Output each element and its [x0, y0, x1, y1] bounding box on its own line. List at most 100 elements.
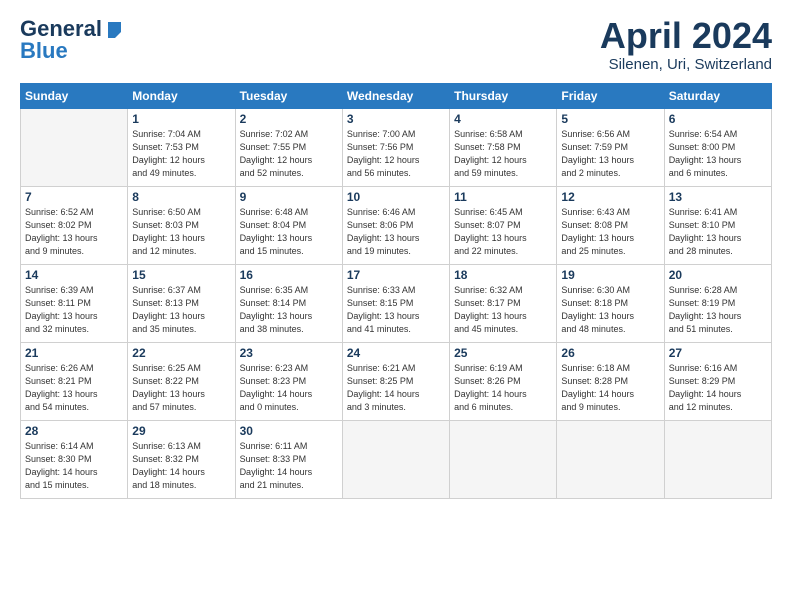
header-thursday: Thursday — [450, 83, 557, 108]
calendar-cell: 21Sunrise: 6:26 AM Sunset: 8:21 PM Dayli… — [21, 342, 128, 420]
day-detail: Sunrise: 6:33 AM Sunset: 8:15 PM Dayligh… — [347, 284, 445, 336]
day-detail: Sunrise: 6:13 AM Sunset: 8:32 PM Dayligh… — [132, 440, 230, 492]
day-number: 11 — [454, 190, 552, 204]
day-number: 2 — [240, 112, 338, 126]
day-number: 16 — [240, 268, 338, 282]
calendar-cell: 14 Sunrise: 6:39 AM Sunset: 8:11 PM Dayli… — [21, 264, 128, 342]
day-number: 7 — [25, 190, 123, 204]
title-block: April 2024 Silenen, Uri, Switzerland — [600, 16, 772, 73]
header-monday: Monday — [128, 83, 235, 108]
calendar-cell: 26 Sunrise: 6:18 AM Sunset: 8:28 PM Dayli… — [557, 342, 664, 420]
calendar-cell: 12Sunrise: 6:43 AM Sunset: 8:08 PM Dayli… — [557, 186, 664, 264]
day-number: 17 — [347, 268, 445, 282]
calendar-cell: 28 Sunrise: 6:14 AM Sunset: 8:30 PM Dayli… — [21, 420, 128, 498]
month-title: April 2024 — [600, 16, 772, 56]
header: General Blue April 2024 Silenen, Uri, Sw… — [20, 16, 772, 73]
day-number: 29 — [132, 424, 230, 438]
calendar-cell: 11 Sunrise: 6:45 AM Sunset: 8:07 PM Dayli… — [450, 186, 557, 264]
calendar-cell: 16 Sunrise: 6:35 AM Sunset: 8:14 PM Dayli… — [235, 264, 342, 342]
day-number: 8 — [132, 190, 230, 204]
day-detail: Sunrise: 6:35 AM Sunset: 8:14 PM Dayligh… — [240, 284, 338, 336]
day-number: 9 — [240, 190, 338, 204]
calendar-cell: 15 Sunrise: 6:37 AM Sunset: 8:13 PM Dayli… — [128, 264, 235, 342]
day-number: 15 — [132, 268, 230, 282]
calendar-cell — [342, 420, 449, 498]
calendar-cell: 5Sunrise: 6:56 AM Sunset: 7:59 PM Daylig… — [557, 108, 664, 186]
calendar-cell: 9 Sunrise: 6:48 AM Sunset: 8:04 PM Daylig… — [235, 186, 342, 264]
header-friday: Friday — [557, 83, 664, 108]
calendar-cell: 3Sunrise: 7:00 AM Sunset: 7:56 PM Daylig… — [342, 108, 449, 186]
day-number: 30 — [240, 424, 338, 438]
calendar-cell — [21, 108, 128, 186]
day-detail: Sunrise: 6:16 AM Sunset: 8:29 PM Dayligh… — [669, 362, 767, 414]
day-detail: Sunrise: 6:58 AM Sunset: 7:58 PM Dayligh… — [454, 128, 552, 180]
header-sunday: Sunday — [21, 83, 128, 108]
day-detail: Sunrise: 6:37 AM Sunset: 8:13 PM Dayligh… — [132, 284, 230, 336]
calendar-cell: 8 Sunrise: 6:50 AM Sunset: 8:03 PM Daylig… — [128, 186, 235, 264]
calendar-cell — [664, 420, 771, 498]
day-detail: Sunrise: 6:54 AM Sunset: 8:00 PM Dayligh… — [669, 128, 767, 180]
day-detail: Sunrise: 6:21 AM Sunset: 8:25 PM Dayligh… — [347, 362, 445, 414]
day-detail: Sunrise: 6:46 AM Sunset: 8:06 PM Dayligh… — [347, 206, 445, 258]
day-detail: Sunrise: 6:39 AM Sunset: 8:11 PM Dayligh… — [25, 284, 123, 336]
day-detail: Sunrise: 6:41 AM Sunset: 8:10 PM Dayligh… — [669, 206, 767, 258]
day-detail: Sunrise: 6:25 AM Sunset: 8:22 PM Dayligh… — [132, 362, 230, 414]
header-saturday: Saturday — [664, 83, 771, 108]
calendar-cell — [450, 420, 557, 498]
page-container: General Blue April 2024 Silenen, Uri, Sw… — [0, 0, 792, 509]
day-detail: Sunrise: 6:50 AM Sunset: 8:03 PM Dayligh… — [132, 206, 230, 258]
day-number: 25 — [454, 346, 552, 360]
header-wednesday: Wednesday — [342, 83, 449, 108]
day-number: 13 — [669, 190, 767, 204]
day-number: 26 — [561, 346, 659, 360]
calendar-cell: 6 Sunrise: 6:54 AM Sunset: 8:00 PM Daylig… — [664, 108, 771, 186]
day-detail: Sunrise: 6:56 AM Sunset: 7:59 PM Dayligh… — [561, 128, 659, 180]
day-number: 14 — [25, 268, 123, 282]
location: Silenen, Uri, Switzerland — [600, 56, 772, 73]
day-number: 22 — [132, 346, 230, 360]
calendar-cell: 1Sunrise: 7:04 AM Sunset: 7:53 PM Daylig… — [128, 108, 235, 186]
calendar-week-row-5: 28 Sunrise: 6:14 AM Sunset: 8:30 PM Dayli… — [21, 420, 772, 498]
weekday-header-row: Sunday Monday Tuesday Wednesday Thursday… — [21, 83, 772, 108]
calendar-week-row-1: 1Sunrise: 7:04 AM Sunset: 7:53 PM Daylig… — [21, 108, 772, 186]
day-detail: Sunrise: 6:28 AM Sunset: 8:19 PM Dayligh… — [669, 284, 767, 336]
calendar-cell: 27 Sunrise: 6:16 AM Sunset: 8:29 PM Dayli… — [664, 342, 771, 420]
day-detail: Sunrise: 7:02 AM Sunset: 7:55 PM Dayligh… — [240, 128, 338, 180]
day-detail: Sunrise: 6:45 AM Sunset: 8:07 PM Dayligh… — [454, 206, 552, 258]
day-number: 6 — [669, 112, 767, 126]
day-number: 20 — [669, 268, 767, 282]
day-number: 21 — [25, 346, 123, 360]
calendar-week-row-4: 21Sunrise: 6:26 AM Sunset: 8:21 PM Dayli… — [21, 342, 772, 420]
day-number: 19 — [561, 268, 659, 282]
day-number: 10 — [347, 190, 445, 204]
day-number: 12 — [561, 190, 659, 204]
calendar-table: Sunday Monday Tuesday Wednesday Thursday… — [20, 83, 772, 499]
calendar-cell: 17 Sunrise: 6:33 AM Sunset: 8:15 PM Dayli… — [342, 264, 449, 342]
day-number: 18 — [454, 268, 552, 282]
calendar-cell: 19 Sunrise: 6:30 AM Sunset: 8:18 PM Dayli… — [557, 264, 664, 342]
calendar-cell: 23 Sunrise: 6:23 AM Sunset: 8:23 PM Dayli… — [235, 342, 342, 420]
calendar-week-row-2: 7 Sunrise: 6:52 AM Sunset: 8:02 PM Daylig… — [21, 186, 772, 264]
day-detail: Sunrise: 6:30 AM Sunset: 8:18 PM Dayligh… — [561, 284, 659, 336]
day-number: 27 — [669, 346, 767, 360]
day-detail: Sunrise: 6:52 AM Sunset: 8:02 PM Dayligh… — [25, 206, 123, 258]
day-detail: Sunrise: 6:23 AM Sunset: 8:23 PM Dayligh… — [240, 362, 338, 414]
logo-blue: Blue — [20, 38, 68, 64]
calendar-cell: 20 Sunrise: 6:28 AM Sunset: 8:19 PM Dayli… — [664, 264, 771, 342]
day-detail: Sunrise: 7:04 AM Sunset: 7:53 PM Dayligh… — [132, 128, 230, 180]
day-number: 24 — [347, 346, 445, 360]
calendar-cell: 30Sunrise: 6:11 AM Sunset: 8:33 PM Dayli… — [235, 420, 342, 498]
calendar-cell: 18Sunrise: 6:32 AM Sunset: 8:17 PM Dayli… — [450, 264, 557, 342]
calendar-cell: 24 Sunrise: 6:21 AM Sunset: 8:25 PM Dayli… — [342, 342, 449, 420]
calendar-cell: 7 Sunrise: 6:52 AM Sunset: 8:02 PM Daylig… — [21, 186, 128, 264]
day-detail: Sunrise: 6:48 AM Sunset: 8:04 PM Dayligh… — [240, 206, 338, 258]
calendar-cell: 22 Sunrise: 6:25 AM Sunset: 8:22 PM Dayli… — [128, 342, 235, 420]
day-detail: Sunrise: 6:14 AM Sunset: 8:30 PM Dayligh… — [25, 440, 123, 492]
logo-bird-icon — [103, 20, 121, 38]
day-number: 28 — [25, 424, 123, 438]
calendar-cell: 10 Sunrise: 6:46 AM Sunset: 8:06 PM Dayli… — [342, 186, 449, 264]
calendar-cell: 2 Sunrise: 7:02 AM Sunset: 7:55 PM Daylig… — [235, 108, 342, 186]
day-detail: Sunrise: 6:18 AM Sunset: 8:28 PM Dayligh… — [561, 362, 659, 414]
day-number: 23 — [240, 346, 338, 360]
calendar-cell — [557, 420, 664, 498]
